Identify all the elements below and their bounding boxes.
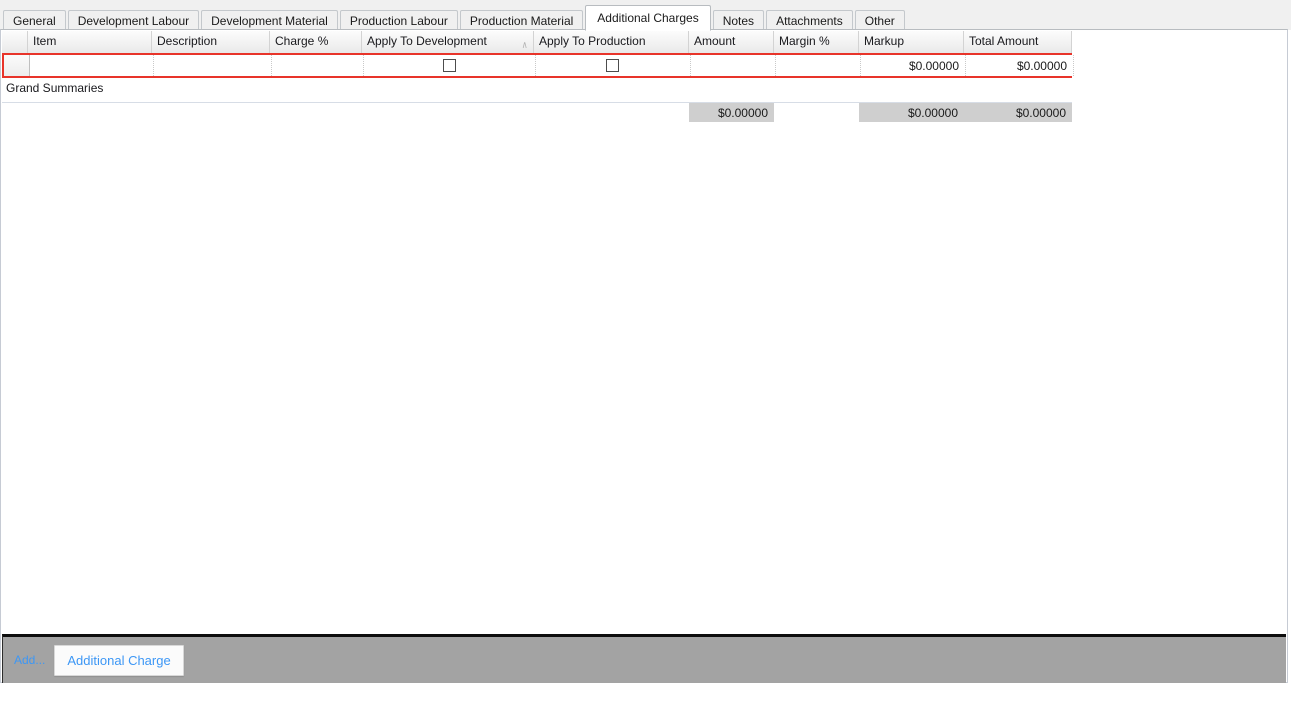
column-header-label: Charge % xyxy=(275,34,329,48)
highlighted-row-outline: $0.00000 $0.00000 xyxy=(2,53,1074,78)
tab-notes[interactable]: Notes xyxy=(712,10,765,31)
cell-item[interactable] xyxy=(30,55,154,76)
total-value: $0.00000 xyxy=(717,105,768,120)
total-cell-description xyxy=(152,103,270,122)
tab-production-material[interactable]: Production Material xyxy=(459,10,584,31)
grand-summary-totals-row: $0.00000 $0.00000 $0.00000 xyxy=(2,103,1072,122)
checkbox-apply-to-production[interactable] xyxy=(606,59,619,72)
column-header-label: Item xyxy=(33,34,57,48)
column-header-margin-[interactable]: Margin % xyxy=(774,31,859,53)
column-header-label: Total Amount xyxy=(969,34,1039,48)
column-header-rowselector[interactable] xyxy=(2,31,28,53)
total-cell-amount: $0.00000 xyxy=(689,103,774,122)
tab-attachments[interactable]: Attachments xyxy=(766,10,853,31)
total-cell-total-amount: $0.00000 xyxy=(964,103,1072,122)
cell-apply-to-development[interactable] xyxy=(364,55,536,76)
column-header-description[interactable]: Description xyxy=(152,31,270,53)
column-header-item[interactable]: Item xyxy=(28,31,152,53)
tab-production-labour[interactable]: Production Labour xyxy=(339,10,458,31)
total-cell-apply-to-production xyxy=(534,103,689,122)
total-cell-margin-percent xyxy=(774,103,859,122)
tab-other[interactable]: Other xyxy=(854,10,905,31)
tab-development-material[interactable]: Development Material xyxy=(201,10,338,31)
add-additional-charge-button[interactable]: Additional Charge xyxy=(54,644,184,676)
tab-general[interactable]: General xyxy=(3,10,66,31)
row-selector-cell[interactable] xyxy=(4,55,30,76)
total-cell-item xyxy=(28,103,152,122)
additional-charges-panel: Item Description Charge % Apply To Developm… xyxy=(0,29,1288,683)
column-header-label: Apply To Development xyxy=(367,34,487,48)
grand-summaries-row: Grand Summaries xyxy=(2,78,1072,98)
cell-amount[interactable] xyxy=(691,55,776,76)
cell-margin-percent[interactable] xyxy=(776,55,861,76)
column-header-label: Apply To Production xyxy=(539,34,646,48)
tab-development-labour[interactable]: Development Labour xyxy=(67,10,200,31)
column-header-charge-[interactable]: Charge % xyxy=(270,31,362,53)
sort-ascending-icon: ∧ xyxy=(521,40,528,51)
cell-markup[interactable]: $0.00000 xyxy=(861,55,966,76)
cell-value: $0.00000 xyxy=(908,58,959,73)
column-header-amount[interactable]: Amount xyxy=(689,31,774,53)
total-cell-markup: $0.00000 xyxy=(859,103,964,122)
cell-charge-percent[interactable] xyxy=(272,55,364,76)
column-header-label: Margin % xyxy=(779,34,830,48)
total-row-selector xyxy=(2,103,28,122)
column-header-label: Description xyxy=(157,34,218,48)
tab-strip: General Development Labour Development Mat… xyxy=(0,0,1291,31)
total-cell-apply-to-development xyxy=(362,103,534,122)
cell-apply-to-production[interactable] xyxy=(536,55,691,76)
table-row[interactable]: $0.00000 $0.00000 xyxy=(4,55,1074,76)
column-header-label: Amount xyxy=(694,34,736,48)
add-action-bar: Add... Additional Charge xyxy=(2,634,1286,683)
column-header-apply-to-development[interactable]: Apply To Development ∧ xyxy=(362,31,534,53)
column-header-apply-to-production[interactable]: Apply To Production xyxy=(534,31,689,53)
total-cell-charge-percent xyxy=(270,103,362,122)
add-label: Add... xyxy=(14,653,46,667)
column-header-markup[interactable]: Markup xyxy=(859,31,964,53)
column-header-total-amount[interactable]: Total Amount xyxy=(964,31,1072,53)
grand-summaries-label: Grand Summaries xyxy=(2,79,1072,98)
cell-description[interactable] xyxy=(154,55,272,76)
cell-total-amount[interactable]: $0.00000 xyxy=(966,55,1074,76)
tab-additional-charges[interactable]: Additional Charges xyxy=(585,5,711,31)
total-value: $0.00000 xyxy=(907,105,958,120)
additional-charges-grid: Item Description Charge % Apply To Developm… xyxy=(2,31,1074,122)
column-header-label: Markup xyxy=(864,34,905,48)
grid-header-row: Item Description Charge % Apply To Developm… xyxy=(2,31,1072,53)
checkbox-apply-to-development[interactable] xyxy=(442,59,456,72)
cell-value: $0.00000 xyxy=(1016,58,1067,73)
total-value: $0.00000 xyxy=(1015,105,1066,120)
